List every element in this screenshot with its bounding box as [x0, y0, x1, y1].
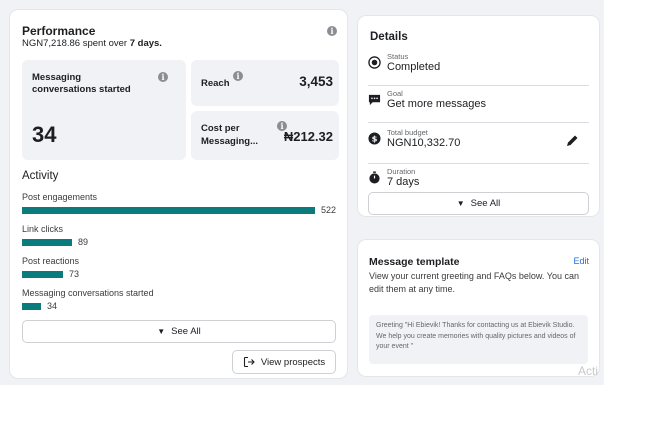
message-template-description: View your current greeting and FAQs belo… — [369, 271, 579, 294]
see-all-label: See All — [470, 198, 501, 209]
details-card: Details Status Completed Goal Get more m… — [358, 16, 599, 216]
spent-text: spent over — [80, 38, 130, 49]
activity-item-label: Post engagements — [22, 192, 98, 202]
details-duration-label: Duration — [387, 167, 416, 176]
stopwatch-icon — [369, 171, 380, 184]
see-all-activity-button[interactable]: ▼ See All — [22, 320, 336, 343]
details-row-duration: Duration 7 days — [368, 167, 589, 189]
see-all-details-button[interactable]: ▼ See All — [368, 192, 589, 215]
performance-card: Performance NGN7,218.86 spent over 7 day… — [10, 10, 347, 378]
activity-item-value: 34 — [47, 301, 58, 311]
activity-item-value: 522 — [321, 205, 337, 215]
messaging-conversations-label: Messaging conversations started — [32, 72, 131, 95]
spent-period: 7 days. — [129, 38, 162, 49]
activity-bar — [22, 302, 41, 310]
messaging-conversations-stat: Messaging conversations started i 34 — [22, 60, 186, 160]
pencil-icon[interactable] — [565, 134, 579, 148]
details-budget-label: Total budget — [387, 128, 428, 137]
see-all-label: See All — [171, 326, 201, 337]
activity-item-label: Messaging conversations started — [22, 288, 154, 298]
svg-text:$: $ — [372, 134, 378, 144]
messaging-conversations-value: 34 — [32, 122, 57, 147]
info-icon[interactable]: i — [327, 26, 337, 36]
reach-value: 3,453 — [299, 74, 333, 89]
details-row-status: Status Completed — [368, 52, 589, 86]
activity-item-label: Post reactions — [22, 256, 80, 266]
view-prospects-button[interactable]: View prospects — [232, 350, 336, 374]
activity-item: Link clicks 89 — [22, 224, 338, 247]
chevron-down-icon: ▼ — [456, 199, 465, 208]
radio-icon — [368, 56, 381, 69]
reach-label: Reach — [201, 78, 230, 89]
greeting-preview: Greeting "Hi Ebievik! Thanks for contact… — [369, 315, 588, 364]
activity-bar — [22, 206, 315, 214]
details-status-label: Status — [387, 52, 409, 61]
cost-label-line2: Messaging... — [201, 136, 259, 147]
cost-per-messaging-stat: Cost per Messaging... i ₦212.32 — [191, 111, 339, 160]
activity-item: Post engagements 522 — [22, 192, 338, 215]
reach-stat: Reach i 3,453 — [191, 60, 339, 106]
details-budget-value: NGN10,332.70 — [387, 137, 461, 149]
details-row-goal: Goal Get more messages — [368, 89, 589, 123]
edit-template-link[interactable]: Edit — [573, 256, 589, 266]
activity-item: Messaging conversations started 34 — [22, 288, 338, 311]
details-goal-label: Goal — [387, 89, 403, 98]
activity-bar — [22, 238, 72, 246]
info-icon[interactable]: i — [233, 71, 243, 81]
exit-arrow-icon — [243, 356, 255, 368]
activate-windows-watermark: Acti — [578, 364, 599, 378]
chevron-down-icon: ▼ — [157, 327, 166, 336]
details-row-budget: $ Total budget NGN10,332.70 — [368, 128, 589, 164]
details-duration-value: 7 days — [387, 176, 420, 188]
details-status-value: Completed — [387, 61, 441, 73]
cost-label-line1: Cost per — [201, 123, 240, 134]
spent-amount: NGN7,218.86 — [22, 38, 81, 49]
chat-icon — [368, 94, 381, 106]
activity-bar — [22, 270, 63, 278]
activity-item-value: 89 — [78, 237, 89, 247]
activity-item-value: 73 — [69, 269, 80, 279]
performance-title: Performance — [22, 24, 96, 38]
activity-item: Post reactions 73 — [22, 256, 338, 279]
view-prospects-label: View prospects — [260, 356, 326, 368]
details-title: Details — [370, 31, 408, 43]
cost-value: ₦212.32 — [283, 129, 333, 144]
message-template-card: Message template Edit View your current … — [358, 240, 599, 376]
message-template-title: Message template — [369, 256, 460, 268]
activity-title: Activity — [22, 170, 59, 182]
info-icon[interactable]: i — [158, 72, 168, 82]
performance-spent-summary: NGN7,218.86 spent over 7 days. — [22, 38, 162, 49]
activity-item-label: Link clicks — [22, 224, 64, 234]
dollar-icon: $ — [368, 132, 381, 145]
details-goal-value: Get more messages — [387, 98, 487, 110]
